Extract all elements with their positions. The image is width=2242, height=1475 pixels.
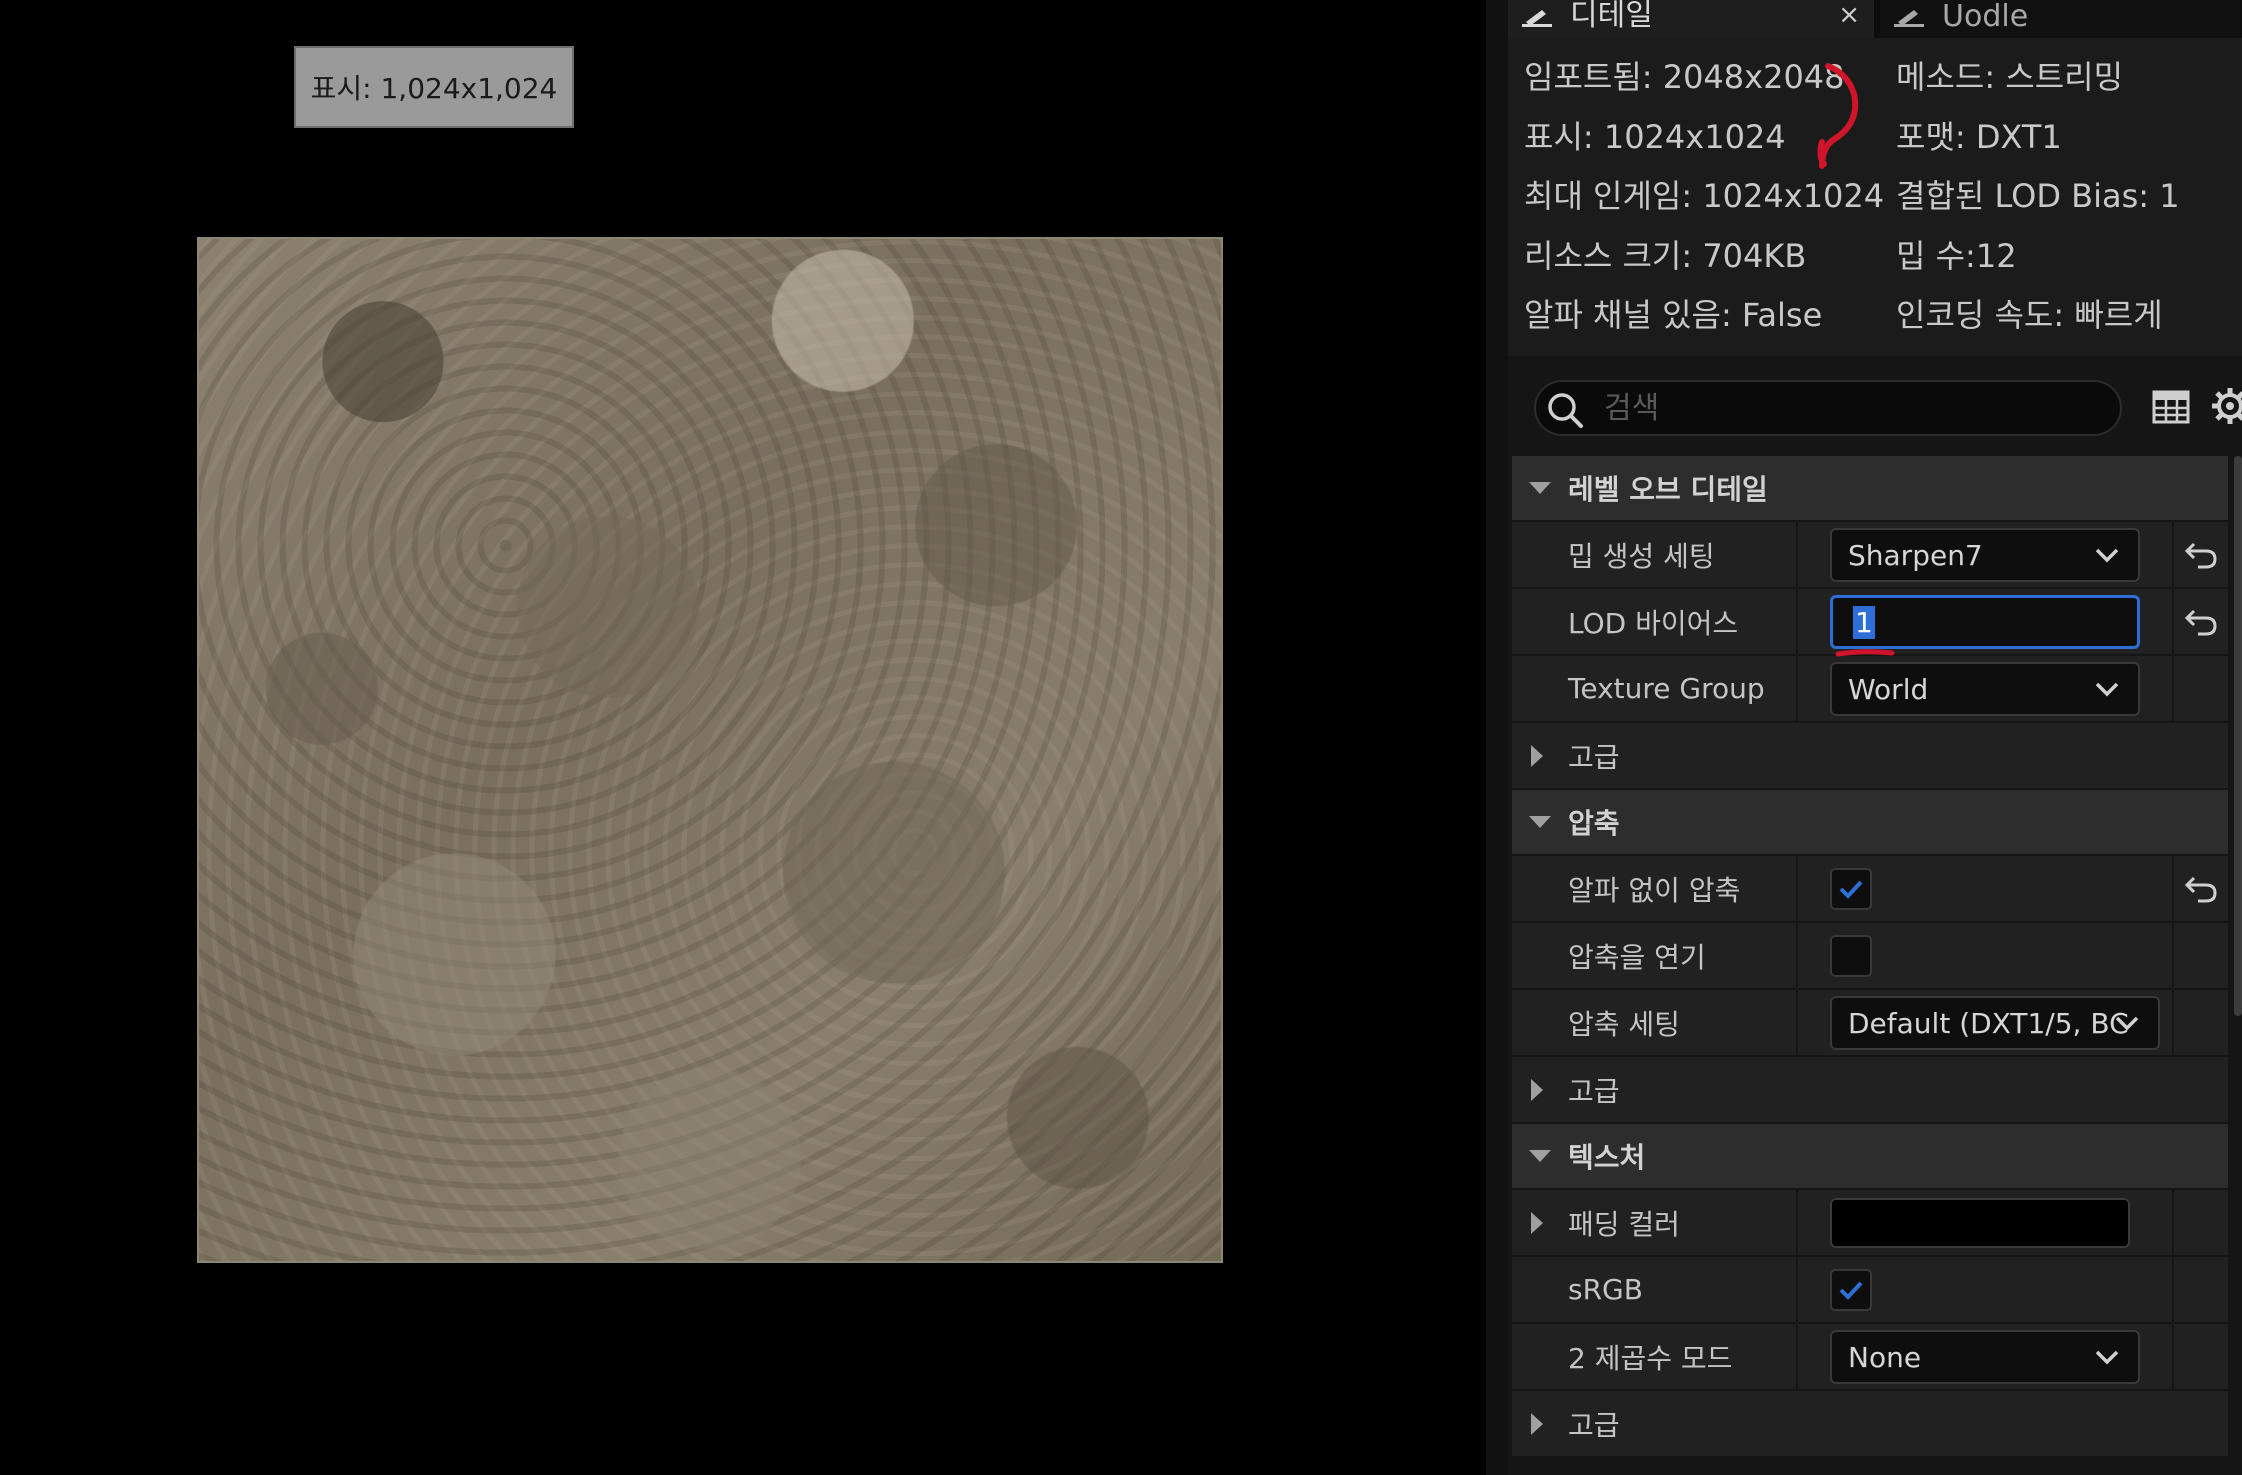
search-icon — [1548, 393, 1583, 428]
tab-details[interactable]: 디테일 × — [1508, 0, 1874, 38]
mip-gen-settings-dropdown[interactable]: Sharpen7 — [1830, 528, 2140, 582]
property-label: 압축을 연기 — [1512, 923, 1798, 988]
collapse-arrow-icon — [1529, 1150, 1551, 1162]
property-row-padding-color: 패딩 컬러 — [1512, 1190, 2228, 1257]
category-label: 레벨 오브 디테일 — [1568, 473, 1768, 506]
method: 메소드: 스트리밍 — [1896, 58, 2124, 96]
property-label: 압축 세팅 — [1512, 990, 1798, 1055]
dropdown-value: Sharpen7 — [1848, 538, 1983, 572]
compression-settings-dropdown[interactable]: Default (DXT1/5, BC — [1830, 996, 2160, 1050]
scrollbar[interactable] — [2234, 456, 2242, 1016]
table-view-icon[interactable] — [2152, 388, 2190, 426]
defer-compression-checkbox[interactable] — [1830, 935, 1872, 977]
padding-color-swatch[interactable] — [1830, 1198, 2130, 1248]
has-alpha-channel: 알파 채널 있음: False — [1524, 296, 1823, 334]
annotation-underline-mark — [1835, 649, 1895, 657]
property-row-texture-group: Texture Group World — [1512, 656, 2228, 723]
collapse-arrow-icon — [1529, 482, 1551, 494]
compress-without-alpha-checkbox[interactable] — [1830, 868, 1872, 910]
max-ingame-size: 최대 인게임: 1024x1024 — [1524, 177, 1885, 215]
chevron-down-icon — [2115, 1016, 2139, 1031]
imported-size: 임포트됨: 2048x2048 — [1524, 58, 1845, 96]
advanced-label: 고급 — [1568, 1408, 1620, 1442]
chevron-down-icon — [2095, 548, 2119, 563]
format: 포맷: DXT1 — [1896, 118, 2062, 156]
combined-lod-bias: 결합된 LOD Bias: 1 — [1896, 177, 2180, 215]
displayed-size: 표시: 1024x1024 — [1524, 118, 1786, 156]
annotation-arrow-mark — [1817, 63, 1859, 169]
category-label: 압축 — [1568, 807, 1620, 840]
property-row-advanced[interactable]: 고급 — [1512, 723, 2228, 790]
chevron-down-icon — [2095, 1350, 2119, 1365]
advanced-label: 고급 — [1568, 740, 1620, 774]
chevron-down-icon — [2095, 682, 2119, 697]
tab-bar: 디테일 × Uodle — [1508, 0, 2242, 38]
property-label: 패딩 컬러 — [1512, 1190, 1798, 1255]
power-of-two-mode-dropdown[interactable]: None — [1830, 1330, 2140, 1384]
search-input[interactable] — [1604, 388, 2104, 428]
property-label: 밉 생성 세팅 — [1512, 522, 1798, 587]
property-row-compression-settings: 압축 세팅 Default (DXT1/5, BC — [1512, 990, 2228, 1057]
close-tab-icon[interactable]: × — [1838, 0, 1860, 30]
srgb-checkbox[interactable] — [1830, 1269, 1872, 1311]
property-label: 2 제곱수 모드 — [1512, 1324, 1798, 1389]
search-row — [1508, 360, 2242, 450]
mip-count: 밉 수:12 — [1896, 237, 2017, 275]
dropdown-value: World — [1848, 672, 1929, 706]
search-box[interactable] — [1534, 380, 2122, 436]
property-label: Texture Group — [1512, 656, 1798, 721]
tab-details-label: 디테일 — [1570, 0, 1653, 33]
tab-pencil-icon — [1894, 10, 1924, 27]
category-compression[interactable]: 압축 — [1512, 790, 2228, 856]
property-label: sRGB — [1512, 1257, 1798, 1322]
collapse-arrow-icon — [1529, 816, 1551, 828]
checkmark-icon — [1839, 1281, 1863, 1300]
property-row-advanced[interactable]: 고급 — [1512, 1057, 2228, 1124]
checkmark-icon — [1839, 880, 1863, 899]
details-panel: 디테일 × Uodle 임포트됨: 2048x2048 표시: 1024x102… — [1508, 0, 2242, 1475]
category-level-of-detail[interactable]: 레벨 오브 디테일 — [1512, 456, 2228, 522]
reset-to-default-icon[interactable] — [2184, 540, 2218, 570]
panel-splitter[interactable] — [1486, 0, 1508, 1475]
property-row-lod-bias: LOD 바이어스 1 — [1512, 589, 2228, 656]
encode-speed: 인코딩 속도: 빠르게 — [1896, 296, 2163, 334]
category-texture[interactable]: 텍스처 — [1512, 1124, 2228, 1190]
dropdown-value: Default (DXT1/5, BC — [1848, 1006, 2129, 1040]
texture-group-dropdown[interactable]: World — [1830, 662, 2140, 716]
lod-bias-input[interactable]: 1 — [1830, 595, 2140, 649]
texture-preview-image — [197, 237, 1223, 1263]
property-label: 알파 없이 압축 — [1512, 856, 1798, 921]
lod-bias-value: 1 — [1853, 605, 1875, 639]
tab-other[interactable]: Uodle — [1880, 0, 2240, 38]
property-row-compress-without-alpha: 알파 없이 압축 — [1512, 856, 2228, 923]
property-row-advanced[interactable]: 고급 — [1512, 1391, 2228, 1458]
resource-size: 리소스 크기: 704KB — [1524, 237, 1807, 275]
texture-info-block: 임포트됨: 2048x2048 표시: 1024x1024 최대 인게임: 10… — [1508, 38, 2242, 356]
texture-viewport[interactable]: 표시: 1,024x1,024 — [0, 0, 1486, 1475]
property-row-defer-compression: 압축을 연기 — [1512, 923, 2228, 990]
advanced-label: 고급 — [1568, 1074, 1620, 1108]
reset-to-default-icon[interactable] — [2184, 607, 2218, 637]
property-row-mip-gen-settings: 밉 생성 세팅 Sharpen7 — [1512, 522, 2228, 589]
settings-gear-icon[interactable] — [2210, 386, 2242, 426]
category-label: 텍스처 — [1568, 1141, 1646, 1174]
property-list: 레벨 오브 디테일 밉 생성 세팅 Sharpen7 LOD 바이어스 1 Te… — [1512, 456, 2228, 1458]
reset-to-default-icon[interactable] — [2184, 874, 2218, 904]
property-row-power-of-two-mode: 2 제곱수 모드 None — [1512, 1324, 2228, 1391]
property-label: LOD 바이어스 — [1512, 589, 1798, 654]
dropdown-value: None — [1848, 1340, 1922, 1374]
tab-other-label: Uodle — [1942, 0, 2029, 34]
details-pencil-icon — [1522, 10, 1552, 27]
display-size-label: 표시: 1,024x1,024 — [294, 46, 574, 128]
property-row-srgb: sRGB — [1512, 1257, 2228, 1324]
